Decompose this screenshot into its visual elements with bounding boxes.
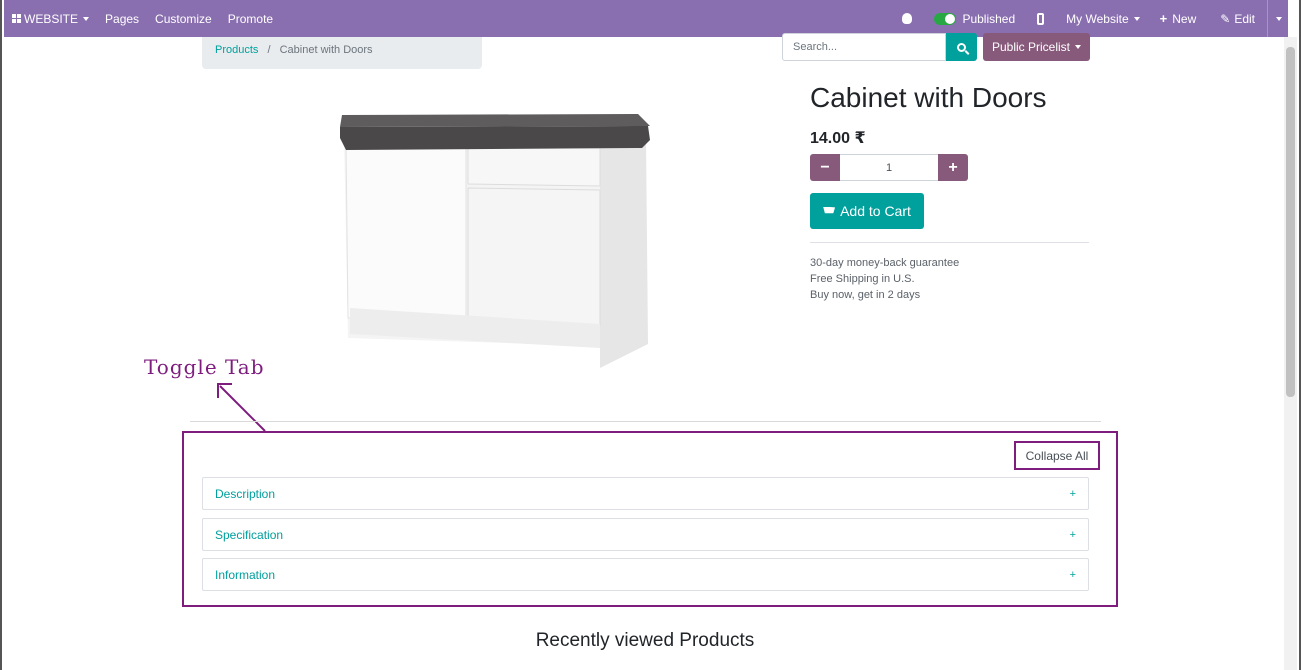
cabinet-side bbox=[600, 138, 648, 368]
apps-grid-icon bbox=[12, 14, 21, 23]
pencil-icon: ✎ bbox=[1220, 11, 1231, 26]
edit-label: Edit bbox=[1234, 11, 1255, 26]
breadcrumb: Products / Cabinet with Doors bbox=[202, 37, 482, 69]
minus-icon: − bbox=[820, 158, 830, 176]
cabinet-right-door bbox=[467, 187, 601, 327]
chevron-down-icon bbox=[1276, 16, 1282, 21]
bug-icon bbox=[902, 13, 913, 24]
cabinet-left-door bbox=[345, 143, 467, 323]
recently-viewed-heading: Recently viewed Products bbox=[535, 630, 755, 651]
chevron-down-icon bbox=[1133, 16, 1140, 21]
product-price: 14.00 ₹ bbox=[810, 130, 866, 147]
cabinet-drawer bbox=[467, 145, 601, 187]
shopping-cart-icon bbox=[823, 206, 836, 214]
breadcrumb-current: Cabinet with Doors bbox=[279, 44, 373, 56]
my-website-label: My Website bbox=[1066, 11, 1129, 26]
promote-menu[interactable]: Promote bbox=[220, 0, 281, 37]
cabinet-countertop-top bbox=[340, 114, 650, 127]
browser-frame: WEBSITE Pages Customize Promote Publishe… bbox=[0, 0, 1301, 670]
breadcrumb-separator: / bbox=[267, 44, 271, 56]
pricelist-dropdown[interactable]: Public Pricelist bbox=[983, 33, 1090, 61]
search-button[interactable] bbox=[946, 33, 977, 61]
accordion-tab-specification[interactable]: Specification + bbox=[202, 518, 1089, 551]
publish-toggle[interactable]: Published bbox=[926, 0, 1023, 37]
pages-menu[interactable]: Pages bbox=[97, 0, 147, 37]
quantity-stepper: − + bbox=[810, 154, 968, 181]
note-item: Buy now, get in 2 days bbox=[810, 289, 921, 301]
product-title: Cabinet with Doors bbox=[810, 82, 1047, 113]
note-item: Free Shipping in U.S. bbox=[810, 273, 915, 285]
accordion-tab-label: Information bbox=[215, 567, 276, 582]
chevron-down-icon bbox=[83, 16, 90, 21]
accordion-tab-label: Specification bbox=[215, 527, 284, 542]
mobile-icon bbox=[1037, 12, 1045, 25]
decrease-quantity-button[interactable]: − bbox=[810, 154, 840, 181]
toggle-switch-icon bbox=[934, 12, 957, 25]
new-button[interactable]: + New bbox=[1148, 0, 1209, 37]
product-notes: 30-day money-back guarantee Free Shippin… bbox=[810, 255, 959, 303]
breadcrumb-products-link[interactable]: Products bbox=[215, 44, 258, 56]
website-editor-navbar: WEBSITE Pages Customize Promote Publishe… bbox=[4, 0, 1288, 37]
plus-icon: + bbox=[948, 158, 958, 176]
published-label: Published bbox=[962, 11, 1016, 26]
add-to-cart-button[interactable]: Add to Cart bbox=[810, 193, 924, 229]
expand-plus-icon: + bbox=[1069, 528, 1076, 541]
note-item: 30-day money-back guarantee bbox=[810, 257, 960, 269]
product-search bbox=[782, 33, 977, 61]
website-menu-label: WEBSITE bbox=[24, 11, 79, 26]
my-website-menu[interactable]: My Website bbox=[1058, 0, 1147, 37]
expand-plus-icon: + bbox=[1069, 568, 1076, 581]
edit-button[interactable]: ✎ Edit bbox=[1208, 0, 1267, 37]
section-divider bbox=[190, 421, 1101, 422]
add-to-cart-label: Add to Cart bbox=[840, 203, 911, 219]
expand-plus-icon: + bbox=[1069, 487, 1076, 500]
product-image[interactable] bbox=[338, 112, 652, 372]
customize-menu[interactable]: Customize bbox=[147, 0, 220, 37]
mobile-preview-button[interactable] bbox=[1023, 0, 1058, 37]
search-input[interactable] bbox=[782, 33, 946, 61]
plus-icon: + bbox=[1159, 11, 1168, 26]
page-scrollbar[interactable] bbox=[1284, 37, 1297, 670]
accordion-tab-description[interactable]: Description + bbox=[202, 477, 1089, 510]
divider bbox=[810, 242, 1089, 243]
collapse-all-button[interactable]: Collapse All bbox=[1014, 441, 1100, 470]
search-icon bbox=[957, 42, 966, 52]
debug-button[interactable] bbox=[888, 0, 926, 37]
annotation-arrow-icon bbox=[217, 383, 266, 432]
accordion-tab-label: Description bbox=[215, 486, 276, 501]
pricelist-label: Public Pricelist bbox=[991, 40, 1071, 54]
website-menu[interactable]: WEBSITE bbox=[4, 0, 97, 37]
increase-quantity-button[interactable]: + bbox=[938, 154, 968, 181]
edit-dropdown-toggle[interactable] bbox=[1267, 0, 1288, 37]
new-label: New bbox=[1172, 11, 1197, 26]
scrollbar-thumb[interactable] bbox=[1286, 47, 1295, 397]
chevron-down-icon bbox=[1075, 45, 1082, 49]
quantity-input[interactable] bbox=[840, 154, 938, 181]
accordion-tab-information[interactable]: Information + bbox=[202, 558, 1089, 591]
cabinet-countertop bbox=[340, 126, 650, 150]
